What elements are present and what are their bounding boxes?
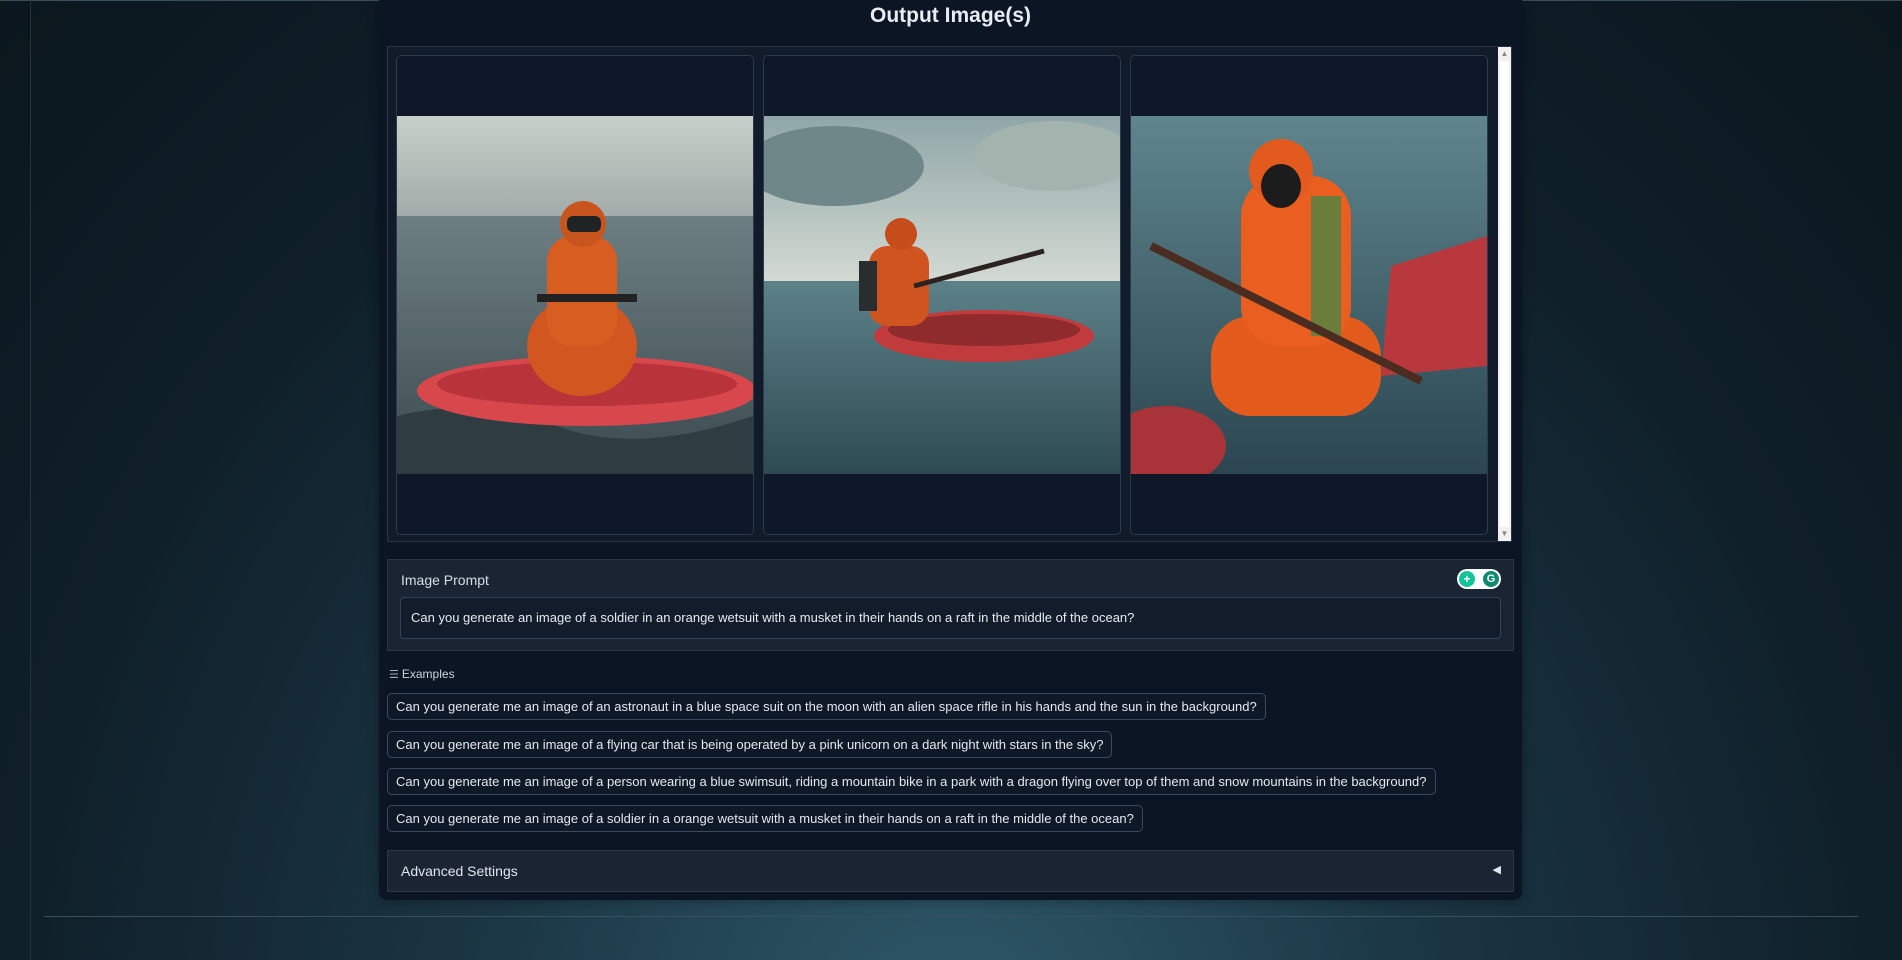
- grammarly-add-icon[interactable]: +: [1459, 571, 1475, 587]
- advanced-settings-accordion[interactable]: Advanced Settings ◀: [387, 850, 1514, 892]
- list-icon: ☰: [389, 669, 399, 681]
- grammarly-g-icon[interactable]: G: [1483, 571, 1499, 587]
- example-button-4[interactable]: Can you generate me an image of a soldie…: [387, 805, 1143, 832]
- example-button-1[interactable]: Can you generate me an image of an astro…: [387, 693, 1266, 720]
- gallery-scrollbar[interactable]: ▲ ▼: [1498, 47, 1511, 541]
- image-prompt-label: Image Prompt: [401, 572, 489, 588]
- image-prompt-input[interactable]: Can you generate an image of a soldier i…: [400, 597, 1501, 639]
- scroll-down-icon[interactable]: ▼: [1498, 527, 1511, 541]
- output-panel: Output Image(s) ▲ ▼ Image Prompt Can you…: [379, 0, 1522, 900]
- advanced-settings-label: Advanced Settings: [401, 863, 518, 879]
- output-image-2-graphic: [764, 116, 1120, 474]
- output-image-1[interactable]: [396, 55, 754, 535]
- output-image-1-graphic: [397, 116, 753, 474]
- examples-label: Examples: [401, 667, 455, 681]
- example-button-2[interactable]: Can you generate me an image of a flying…: [387, 731, 1113, 758]
- example-button-3[interactable]: Can you generate me an image of a person…: [387, 768, 1436, 795]
- scroll-up-icon[interactable]: ▲: [1498, 47, 1511, 61]
- output-title: Output Image(s): [870, 4, 1031, 27]
- output-image-2[interactable]: [763, 55, 1121, 535]
- footer-divider: [44, 916, 1858, 917]
- image-gallery: ▲ ▼: [387, 46, 1512, 542]
- examples-header: ☰ Examples: [389, 667, 455, 681]
- output-image-3-graphic: [1131, 116, 1487, 474]
- scroll-thumb[interactable]: [1500, 61, 1509, 527]
- output-image-3[interactable]: [1130, 55, 1488, 535]
- grammarly-icon[interactable]: + G: [1457, 569, 1501, 589]
- image-prompt-block: Image Prompt Can you generate an image o…: [387, 559, 1514, 651]
- left-border: [30, 0, 31, 960]
- caret-left-icon[interactable]: ◀: [1493, 863, 1501, 876]
